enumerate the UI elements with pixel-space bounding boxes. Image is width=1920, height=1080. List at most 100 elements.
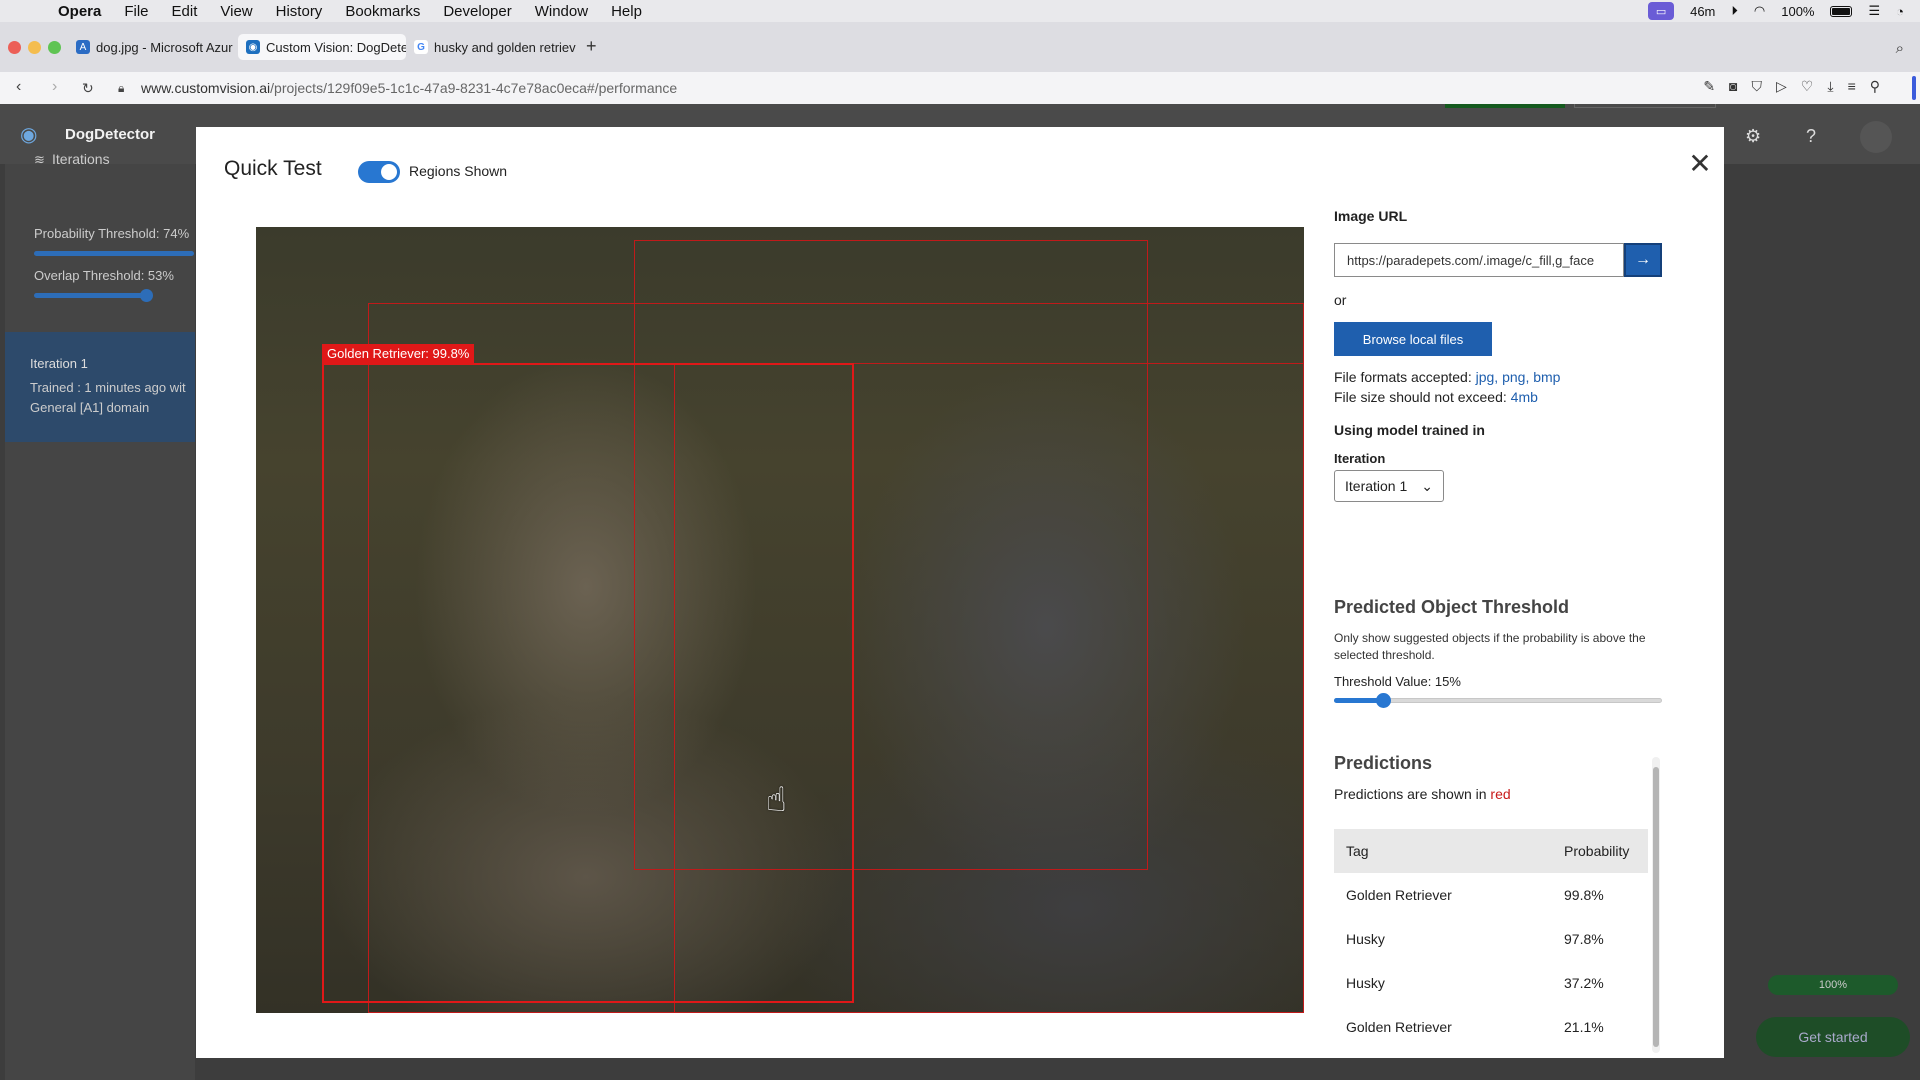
file-formats-text: File formats accepted: jpg, png, bmp [1334, 369, 1560, 385]
layers-icon: ≋ [34, 152, 45, 167]
play-icon[interactable]: ▷ [1776, 78, 1787, 95]
prediction-tag: Golden Retriever [1346, 887, 1452, 903]
play-icon[interactable]: ⏵ [1731, 3, 1738, 19]
url-host: www.customvision.ai [141, 80, 271, 96]
setup-progress: 100% [1768, 975, 1898, 995]
avatar[interactable] [1860, 121, 1892, 153]
overlap-slider[interactable] [34, 293, 146, 298]
iterations-label: Iterations [52, 151, 110, 167]
tab-azure[interactable]: A dog.jpg - Microsoft Azur [68, 34, 238, 60]
browse-local-files-button[interactable]: Browse local files [1334, 322, 1492, 356]
regions-toggle-label: Regions Shown [409, 163, 508, 179]
tab-title: husky and golden retriev [434, 39, 576, 55]
menu-view[interactable]: View [220, 3, 252, 20]
menu-developer[interactable]: Developer [443, 3, 511, 20]
arrow-right-icon[interactable]: → [1624, 243, 1662, 277]
clock-icon[interactable]: ◔ [1896, 4, 1904, 19]
prediction-probability: 37.2% [1564, 975, 1604, 991]
url-path: /projects/129f09e5-1c1c-47a9-8231-4c7e78… [270, 80, 678, 96]
download-icon[interactable]: ⤓ [1827, 78, 1833, 95]
table-row: Golden Retriever 99.8% [1334, 873, 1648, 917]
tab-title: Custom Vision: DogDete [266, 39, 406, 55]
edit-icon[interactable]: ✎ [1703, 78, 1715, 95]
table-row: Husky 37.2% [1334, 961, 1648, 1005]
prediction-probability: 97.8% [1564, 931, 1604, 947]
menu-bookmarks[interactable]: Bookmarks [345, 3, 420, 20]
menu-file[interactable]: File [124, 3, 148, 20]
dialog-title: Quick Test [224, 157, 322, 180]
profile-icon[interactable]: ⚲ [1870, 78, 1880, 95]
google-icon: G [414, 40, 428, 54]
wifi-icon[interactable]: ◠ [1754, 3, 1765, 19]
address-bar: ‹ › ↻ 🔒︎ www.customvision.ai/projects/12… [0, 72, 1920, 104]
menu-icon[interactable]: ≡ [1848, 78, 1856, 95]
quick-test-button[interactable] [1574, 104, 1716, 108]
probability-slider[interactable] [34, 251, 194, 256]
iteration-label: Iteration [1334, 451, 1386, 466]
image-url-label: Image URL [1334, 208, 1408, 224]
heart-icon[interactable]: ♡ [1801, 78, 1814, 95]
using-model-label: Using model trained in [1334, 422, 1485, 438]
lock-icon: 🔒︎ [118, 81, 125, 95]
threshold-value-label: Threshold Value: 15% [1334, 674, 1461, 689]
train-button[interactable] [1445, 104, 1565, 108]
scrollbar-thumb[interactable] [1653, 767, 1659, 1047]
close-icon[interactable]: ✕ [1684, 147, 1716, 179]
eye-icon: ◉ [20, 124, 38, 146]
region-box-golden-retriever[interactable] [322, 363, 854, 1003]
new-tab-icon[interactable]: + [586, 36, 597, 57]
regions-toggle[interactable] [358, 161, 400, 183]
table-row: Golden Retriever 21.1% [1334, 1005, 1648, 1049]
tab-title: dog.jpg - Microsoft Azur [96, 39, 233, 55]
time-remaining[interactable]: 46m [1690, 4, 1715, 19]
minimize-window-button[interactable] [28, 41, 41, 54]
menu-app-name[interactable]: Opera [58, 3, 101, 20]
reload-icon[interactable]: ↻ [82, 80, 94, 97]
quick-test-dialog: Quick Test Regions Shown ✕ Golden Retrie… [196, 127, 1724, 1058]
battery-icon[interactable] [1830, 5, 1853, 17]
iteration-select[interactable]: Iteration 1 ⌄ [1334, 470, 1444, 502]
back-icon[interactable]: ‹ [16, 78, 21, 96]
menu-edit[interactable]: Edit [172, 3, 198, 20]
menu-history[interactable]: History [276, 3, 323, 20]
url-field[interactable]: www.customvision.ai/projects/129f09e5-1c… [141, 80, 677, 96]
menu-help[interactable]: Help [611, 3, 642, 20]
tab-custom-vision[interactable]: ◉ Custom Vision: DogDete [238, 34, 406, 60]
file-size-value: 4mb [1510, 389, 1538, 405]
overlap-threshold-label: Overlap Threshold: 53% [34, 268, 174, 283]
threshold-description: Only show suggested objects if the proba… [1334, 631, 1646, 662]
screen-share-icon[interactable]: ▭ [1648, 2, 1675, 20]
project-name[interactable]: DogDetector [65, 126, 155, 143]
shield-icon[interactable]: ⛉ [1752, 78, 1763, 95]
iteration-select-value: Iteration 1 [1345, 478, 1408, 494]
prediction-tag: Golden Retriever [1346, 1019, 1452, 1035]
gear-icon[interactable]: ⚙ [1745, 126, 1761, 147]
forward-icon[interactable]: › [52, 78, 57, 96]
azure-icon: A [76, 40, 90, 54]
column-tag[interactable]: Tag [1334, 843, 1564, 859]
column-probability[interactable]: Probability [1564, 843, 1648, 859]
threshold-slider-knob[interactable] [1376, 693, 1392, 708]
iteration-name: Iteration 1 [30, 356, 88, 371]
help-icon[interactable]: ? [1806, 126, 1816, 147]
predictions-color-word: red [1490, 786, 1511, 802]
camera-icon[interactable]: ◙ [1729, 78, 1737, 95]
region-label: Golden Retriever: 99.8% [322, 344, 475, 363]
file-formats-prefix: File formats accepted: [1334, 369, 1476, 385]
file-size-text: File size should not exceed: 4mb [1334, 389, 1538, 405]
sidebar-toggle[interactable] [1912, 76, 1916, 100]
image-url-input[interactable] [1334, 243, 1624, 277]
zoom-window-button[interactable] [48, 41, 61, 54]
get-started-button[interactable]: Get started [1756, 1017, 1910, 1057]
macos-menu-bar: Opera File Edit View History Bookmarks D… [0, 0, 1920, 22]
overlap-slider-knob[interactable] [140, 289, 153, 302]
predictions-subtitle-text: Predictions are shown in [1334, 786, 1491, 802]
tab-search-icon[interactable]: ⌕ [1896, 40, 1904, 57]
tab-google-search[interactable]: G husky and golden retriev [406, 34, 578, 60]
predictions-scrollbar[interactable] [1652, 757, 1660, 1053]
predictions-subtitle: Predictions are shown in red [1334, 786, 1511, 802]
iteration-domain: General [A1] domain [30, 400, 150, 415]
close-window-button[interactable] [8, 41, 21, 54]
control-center-icon[interactable]: ☰ [1868, 3, 1880, 19]
menu-window[interactable]: Window [535, 3, 588, 20]
